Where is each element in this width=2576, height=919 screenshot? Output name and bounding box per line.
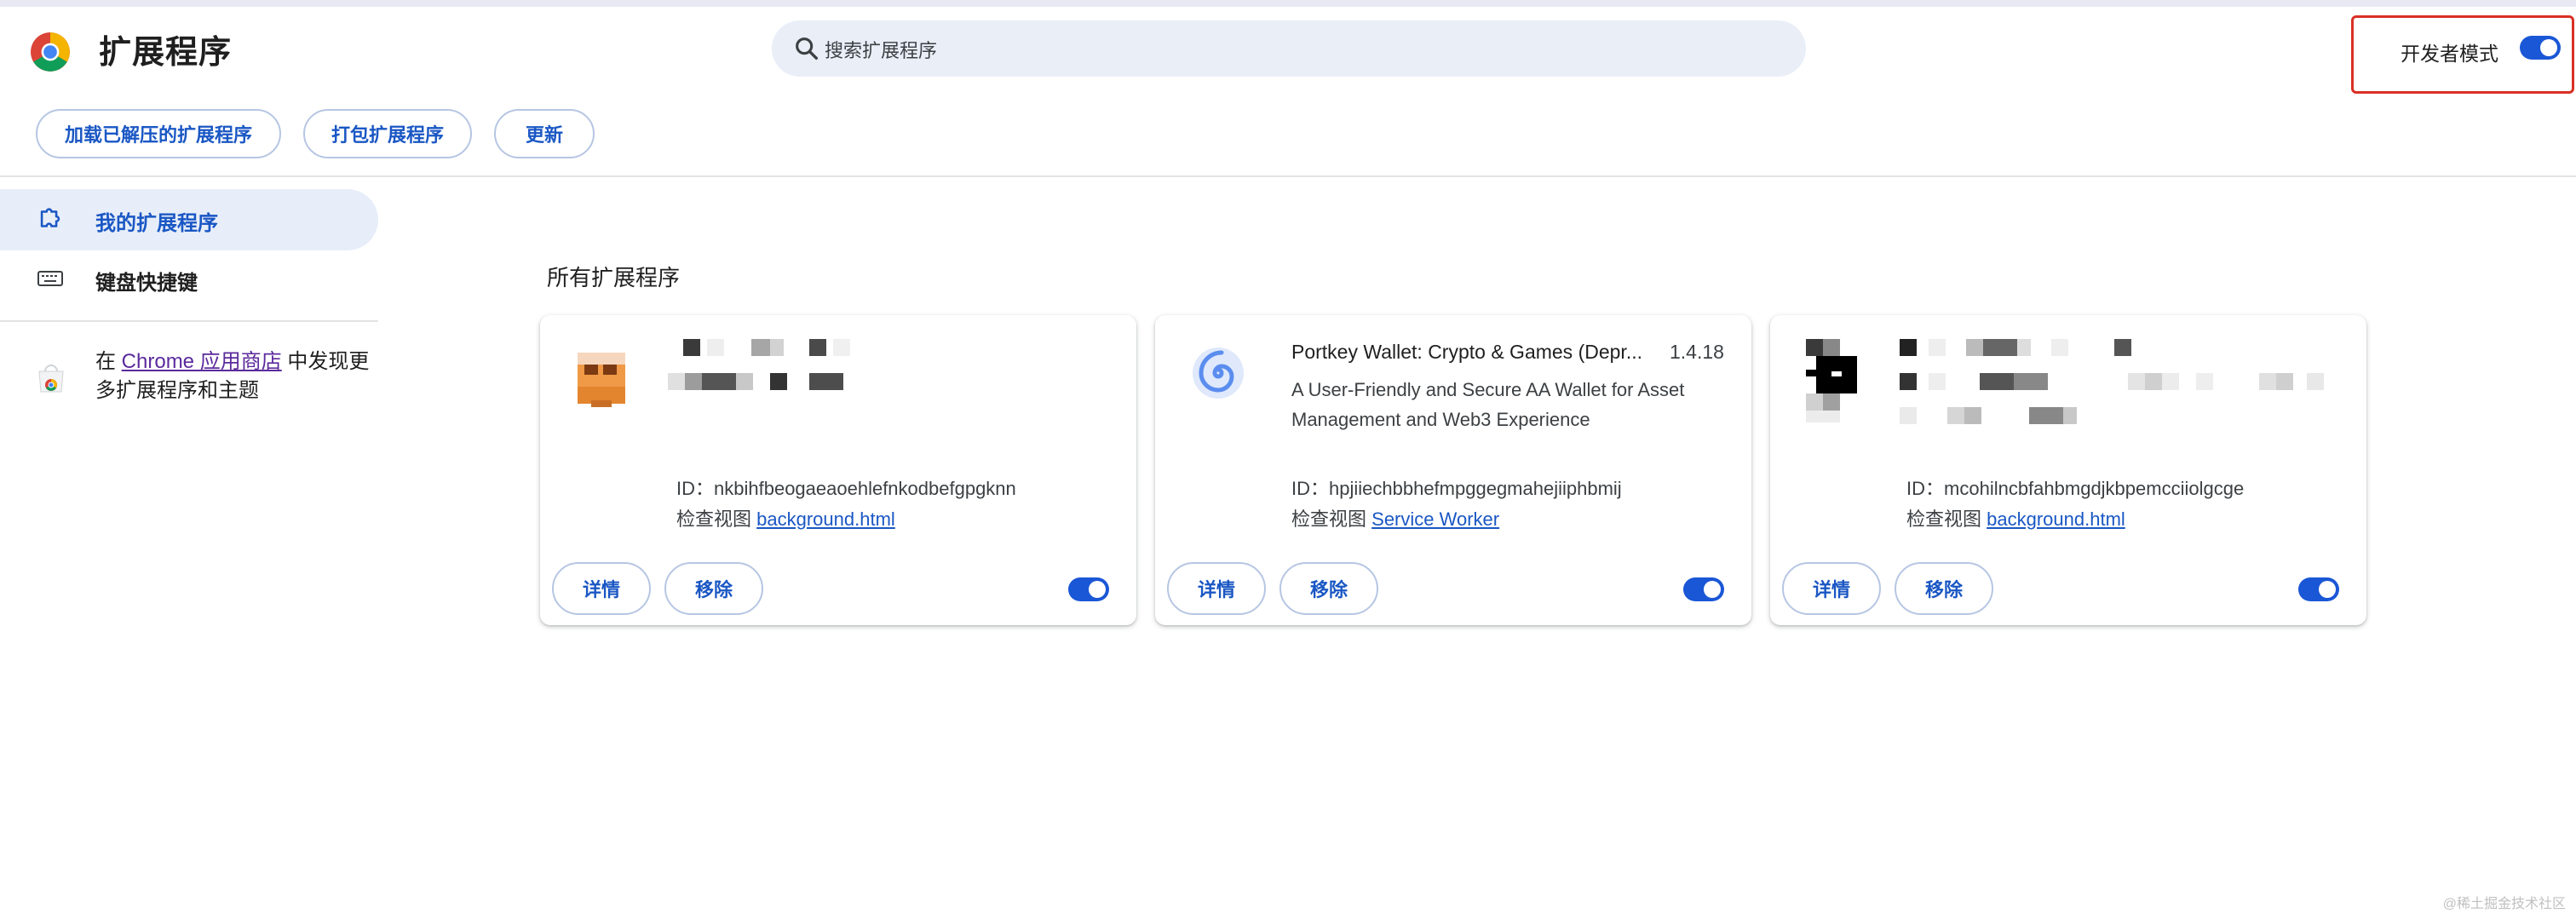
store-prefix: 在	[95, 350, 122, 373]
extension-id: ID：nkbihfbeogaeaoehlefnkodbefgpgknn	[676, 474, 1016, 501]
extension-name: Portkey Wallet: Crypto & Games (Depr...	[1291, 341, 1642, 363]
inspect-views: 检查视图 Service Worker	[1291, 504, 1499, 531]
extension-version: 1.4.18	[1670, 341, 1724, 363]
id-label: ID：	[676, 478, 715, 499]
keyboard-icon	[36, 266, 65, 291]
extension-card: Portkey Wallet: Crypto & Games (Depr... …	[1155, 315, 1751, 625]
details-button[interactable]: 详情	[1167, 562, 1266, 615]
chrome-logo-icon	[29, 31, 72, 73]
web-store-icon	[34, 361, 68, 395]
page-title: 扩展程序	[99, 35, 233, 71]
search-input[interactable]: 搜索扩展程序	[772, 20, 1806, 77]
dev-mode-label: 开发者模式	[2401, 43, 2498, 65]
extension-icon-fox	[574, 353, 629, 407]
inspect-link[interactable]: Service Worker	[1371, 508, 1499, 530]
extension-id: ID：mcohilncbfahbmgdjkbpemcciiolgcge	[1906, 474, 2244, 501]
search-icon	[792, 34, 821, 63]
details-button[interactable]: 详情	[552, 562, 651, 615]
top-border	[0, 0, 2576, 7]
inspect-label: 检查视图	[1906, 508, 1982, 530]
extension-icon	[36, 204, 65, 233]
enable-toggle[interactable]	[1068, 577, 1109, 601]
inspect-link[interactable]: background.html	[1987, 508, 2125, 530]
id-value: nkbihfbeogaeaoehlefnkodbefgpgknn	[714, 478, 1016, 499]
remove-button[interactable]: 移除	[1895, 562, 1993, 615]
sidebar-item-label: 我的扩展程序	[95, 212, 218, 235]
id-label: ID：	[1906, 478, 1945, 499]
inspect-link[interactable]: background.html	[756, 508, 895, 530]
redacted-icon	[1806, 339, 1866, 424]
section-title: 所有扩展程序	[547, 265, 681, 290]
remove-button[interactable]: 移除	[1279, 562, 1378, 615]
toolbar-divider	[0, 175, 2576, 177]
watermark: @稀土掘金技术社区	[2442, 897, 2566, 911]
sidebar-divider	[0, 320, 378, 322]
extension-card: ID：mcohilncbfahbmgdjkbpemcciiolgcge 检查视图…	[1770, 315, 2366, 625]
extension-description: A User-Friendly and Secure AA Wallet for…	[1291, 379, 1685, 430]
id-value: hpjiiechbbhefmpggegmahejiiphbmij	[1329, 478, 1622, 499]
id-value: mcohilncbfahbmgdjkbpemcciiolgcge	[1944, 478, 2245, 499]
load-unpacked-button[interactable]: 加载已解压的扩展程序	[36, 109, 281, 158]
search-placeholder: 搜索扩展程序	[825, 40, 938, 61]
details-button[interactable]: 详情	[1782, 562, 1881, 615]
update-button[interactable]: 更新	[494, 109, 595, 158]
remove-button[interactable]: 移除	[664, 562, 763, 615]
enable-toggle[interactable]	[1683, 577, 1724, 601]
inspect-label: 检查视图	[676, 508, 752, 530]
sidebar-item-shortcuts[interactable]: 键盘快捷键	[95, 266, 198, 296]
extension-card: ID：nkbihfbeogaeaoehlefnkodbefgpgknn 检查视图…	[540, 315, 1136, 625]
extension-id: ID：hpjiiechbbhefmpggegmahejiiphbmij	[1291, 474, 1622, 501]
web-store-link[interactable]: Chrome 应用商店	[122, 350, 282, 373]
inspect-views: 检查视图 background.html	[676, 504, 895, 531]
portkey-swirl-icon	[1187, 341, 1249, 402]
inspect-views: 检查视图 background.html	[1906, 504, 2125, 531]
dev-mode-toggle[interactable]	[2520, 36, 2561, 60]
id-label: ID：	[1291, 478, 1330, 499]
web-store-promo: 在 Chrome 应用商店 中发现更多扩展程序和主题	[95, 347, 377, 405]
inspect-label: 检查视图	[1291, 508, 1367, 530]
enable-toggle[interactable]	[2298, 577, 2339, 601]
pack-extension-button[interactable]: 打包扩展程序	[303, 109, 472, 158]
